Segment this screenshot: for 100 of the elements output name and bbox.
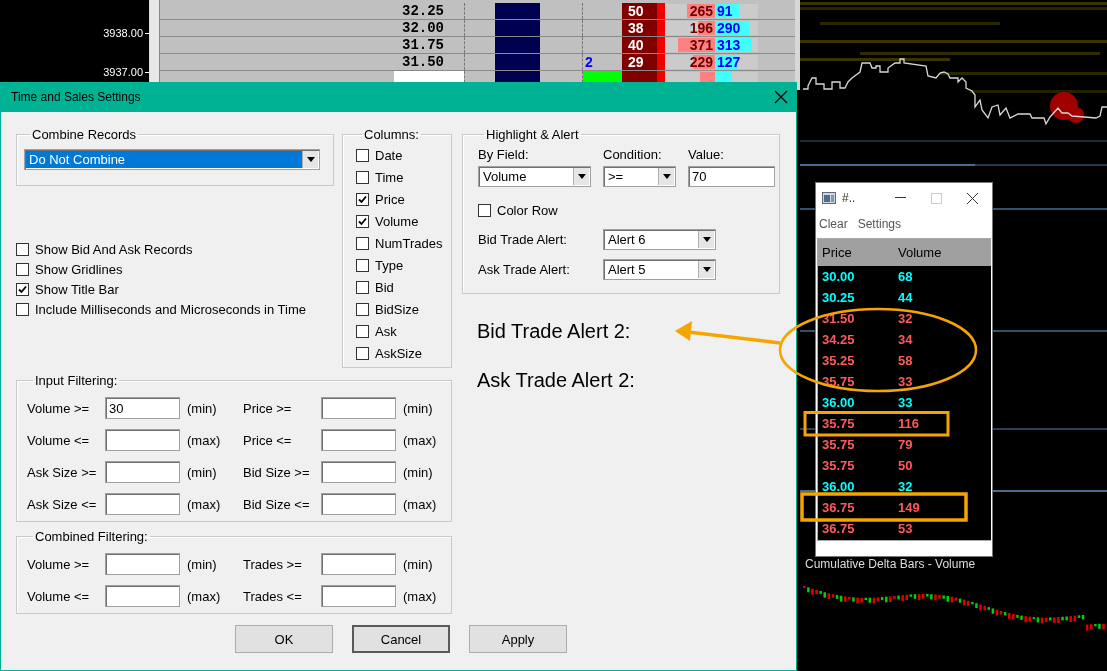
menu-item[interactable]: Clear	[819, 217, 848, 231]
unit-label: (max)	[186, 432, 222, 448]
checkbox-label: Date	[375, 147, 403, 163]
group-title: Input Filtering:	[34, 373, 119, 388]
caret-icon	[577, 174, 586, 179]
input-field[interactable]: 70	[688, 166, 775, 187]
input-field[interactable]	[321, 461, 396, 483]
input-field[interactable]	[105, 493, 180, 515]
alert-dropdown[interactable]: Alert 6	[603, 229, 716, 250]
table-cell-text: 371	[688, 37, 714, 53]
checkbox-label: Include Milliseconds and Microseconds in Time	[35, 301, 306, 317]
price-cell-text: 32.00	[401, 20, 445, 36]
table-cell-text: 127	[716, 54, 742, 70]
dialog-button[interactable]: Cancel	[352, 625, 450, 653]
price-cell: 35.75	[822, 437, 855, 452]
unit-label: (max)	[402, 432, 438, 448]
checkbox-label: Ask	[375, 323, 397, 339]
price-cell-text: 32.25	[401, 3, 445, 19]
field-label: By Field:	[478, 147, 530, 162]
field-label: Volume <=	[27, 432, 91, 448]
input-field[interactable]	[321, 493, 396, 515]
window-title: Time and Sales Settings	[11, 90, 141, 104]
table-cell: 40	[622, 37, 665, 53]
checkbox[interactable]	[356, 280, 369, 294]
volume-cell-text: 58	[898, 353, 914, 368]
checkbox[interactable]	[356, 346, 369, 360]
checkbox[interactable]	[356, 192, 369, 206]
chart-title: Cumulative Delta Bars - Volume	[805, 557, 976, 571]
volume-cell-text: 34	[898, 332, 914, 347]
checkbox[interactable]	[16, 282, 29, 296]
volume-bar	[495, 37, 540, 53]
input-field[interactable]	[321, 553, 396, 575]
price-cell-text: 31.50	[401, 54, 445, 70]
checkbox[interactable]	[356, 324, 369, 338]
price-cell: 36.75	[822, 500, 855, 515]
price-cell-text: 31.75	[401, 37, 445, 53]
unit-label: (max)	[186, 496, 222, 512]
checkbox-label: Price	[375, 191, 405, 207]
price-cell: 36.00	[822, 395, 855, 410]
volume-cell-text: 149	[898, 500, 921, 515]
input-field[interactable]	[321, 397, 396, 419]
checkbox[interactable]	[356, 302, 369, 316]
field-label: Value:	[688, 147, 725, 162]
price-cell: 30.25	[822, 290, 855, 305]
checkbox-label: Show Title Bar	[35, 281, 119, 297]
field-label: Volume <=	[27, 588, 91, 604]
trade-bubble	[1050, 92, 1084, 123]
input-field[interactable]	[105, 429, 180, 451]
checkbox[interactable]	[356, 148, 369, 162]
price-cell: 30.00	[822, 269, 855, 284]
checkbox[interactable]	[16, 302, 29, 316]
checkbox[interactable]	[356, 236, 369, 250]
price-cell: 36.75	[822, 521, 855, 536]
caret-icon	[662, 174, 671, 179]
group-title: Combine Records	[31, 127, 138, 142]
close-icon[interactable]	[967, 192, 978, 204]
condition-dropdown[interactable]: >=	[603, 166, 676, 187]
field-label: Trades <=	[243, 588, 303, 604]
checkbox[interactable]	[16, 262, 29, 276]
field-label: Ask Size >=	[27, 464, 98, 480]
field-dropdown[interactable]: Volume	[478, 166, 591, 187]
input-field[interactable]	[105, 553, 180, 575]
checkbox-label: BidSize	[375, 301, 420, 317]
price-cell: 36.00	[822, 479, 855, 494]
input-field[interactable]	[105, 461, 180, 483]
table-cell-text: 196	[688, 20, 714, 36]
caret-icon	[306, 157, 315, 162]
input-field[interactable]	[321, 429, 396, 451]
table-cell: 29	[622, 54, 665, 70]
note-text: Ask Trade Alert 2:	[477, 368, 635, 392]
input-field[interactable]	[321, 585, 396, 607]
window-icon	[822, 192, 836, 204]
alert-dropdown[interactable]: Alert 5	[603, 259, 716, 280]
input-field[interactable]	[105, 585, 180, 607]
input-field[interactable]: 30	[105, 397, 180, 419]
field-label: Volume >=	[27, 400, 91, 416]
checkbox-label: Color Row	[497, 202, 558, 218]
field-label: Price <=	[243, 432, 293, 448]
checkbox-label: Show Bid And Ask Records	[35, 241, 193, 257]
checkbox[interactable]	[16, 242, 29, 256]
table-cell-text: 2	[584, 54, 594, 70]
checkbox[interactable]	[356, 214, 369, 228]
close-icon[interactable]	[774, 90, 788, 104]
price-cell: 35.25	[822, 353, 855, 368]
field-label: Bid Trade Alert:	[478, 232, 568, 247]
checkbox[interactable]	[478, 203, 491, 217]
group-title: Combined Filtering:	[34, 529, 149, 544]
checkbox[interactable]	[356, 170, 369, 184]
table-cell-text: 313	[716, 37, 742, 53]
menu-item[interactable]: Settings	[857, 217, 902, 231]
combine-dropdown[interactable]: Do Not Combine	[24, 149, 320, 170]
volume-cell-text: 50	[898, 458, 914, 473]
dialog-button[interactable]: OK	[235, 625, 333, 653]
checkbox-label: Time	[375, 169, 404, 185]
minimize-icon[interactable]	[895, 197, 906, 199]
checkbox[interactable]	[356, 258, 369, 272]
volume-bar	[495, 54, 540, 70]
unit-label: (max)	[402, 588, 438, 604]
volume-cell-text: 68	[898, 269, 914, 284]
dialog-button[interactable]: Apply	[469, 625, 567, 653]
